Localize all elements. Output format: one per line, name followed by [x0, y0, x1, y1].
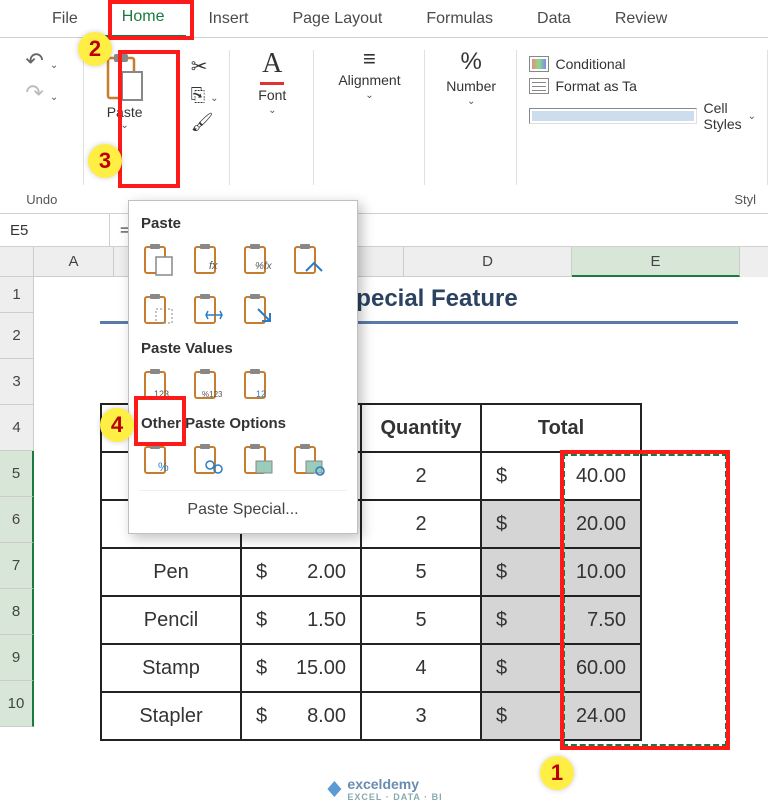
- clipboard-icon: [104, 52, 146, 104]
- tab-page-layout[interactable]: Page Layout: [270, 0, 404, 38]
- ribbon-group-clipboard: Paste ⌄ ✂ ⎘ ⌄ 🖌: [84, 38, 231, 213]
- row-header[interactable]: 8: [0, 589, 34, 635]
- paste-special-link[interactable]: Paste Special...: [139, 490, 347, 529]
- select-all-triangle[interactable]: [0, 247, 34, 277]
- ribbon-group-undo: ↶ ⌄ ↷ ⌄ Undo: [0, 38, 84, 213]
- row-header[interactable]: 1: [0, 277, 34, 313]
- table-row[interactable]: Stapler $8.00 3 $24.00: [101, 692, 641, 740]
- undo-icon[interactable]: ↶ ⌄: [25, 48, 58, 74]
- paste-transpose-icon[interactable]: [239, 290, 279, 330]
- col-header-e[interactable]: E: [572, 247, 740, 277]
- ribbon: ↶ ⌄ ↷ ⌄ Undo Paste ⌄ ✂ ⎘ ⌄ 🖌 A Font ⌄: [0, 38, 768, 213]
- tab-home[interactable]: Home: [100, 0, 187, 38]
- ribbon-tabs: File Home Insert Page Layout Formulas Da…: [0, 0, 768, 38]
- alignment-button[interactable]: ≡ Alignment ⌄: [338, 48, 400, 101]
- tab-insert[interactable]: Insert: [186, 0, 270, 38]
- callout-4: 4: [100, 408, 134, 442]
- col-header-d[interactable]: D: [404, 247, 572, 277]
- paste-values-section-label: Paste Values: [141, 340, 347, 357]
- worksheet-grid[interactable]: 1 2 3 4 5 6 7 8 9 10 e Special Feature e…: [0, 277, 768, 727]
- paste-link-icon[interactable]: [189, 440, 229, 480]
- paste-values-number-icon[interactable]: %123: [189, 365, 229, 405]
- th-total: Total: [481, 404, 641, 452]
- cell-styles-button[interactable]: Cell Styles ⌄: [529, 100, 756, 132]
- row-header[interactable]: 3: [0, 359, 34, 405]
- formula-bar-row: E5 =PRODUCT(C5:D5): [0, 213, 768, 247]
- ribbon-group-styles: Conditional Format as Ta Cell Styles ⌄ S…: [517, 38, 768, 213]
- paste-values-icon[interactable]: 123: [139, 365, 179, 405]
- table-row[interactable]: Pencil $1.50 5 $7.50: [101, 596, 641, 644]
- redo-icon[interactable]: ↷ ⌄: [25, 80, 58, 106]
- svg-text:fx: fx: [209, 260, 218, 272]
- row-header[interactable]: 10: [0, 681, 34, 727]
- paste-formulas-icon[interactable]: fx: [189, 240, 229, 280]
- svg-text:%: %: [158, 460, 169, 474]
- format-as-table-button[interactable]: Format as Ta: [529, 78, 756, 94]
- watermark-icon: [325, 780, 343, 798]
- row-header[interactable]: 9: [0, 635, 34, 681]
- tab-formulas[interactable]: Formulas: [404, 0, 515, 38]
- paste-column-widths-icon[interactable]: [189, 290, 229, 330]
- tab-data[interactable]: Data: [515, 0, 593, 38]
- group-label-styles: Styl: [734, 192, 756, 207]
- callout-2: 2: [78, 32, 112, 66]
- chevron-down-icon: ⌄: [120, 120, 128, 131]
- paste-values-source-icon[interactable]: 12: [239, 365, 279, 405]
- svg-text:%fx: %fx: [255, 261, 273, 272]
- watermark: exceldemy EXCEL · DATA · BI: [325, 776, 442, 802]
- format-painter-icon[interactable]: 🖌: [191, 112, 219, 133]
- row-header[interactable]: 7: [0, 543, 34, 589]
- paste-formatting-icon[interactable]: %: [139, 440, 179, 480]
- paste-picture-icon[interactable]: [239, 440, 279, 480]
- row-header[interactable]: 2: [0, 313, 34, 359]
- paste-other-section-label: Other Paste Options: [141, 415, 347, 432]
- paste-all-icon[interactable]: [139, 240, 179, 280]
- th-qty: Quantity: [361, 404, 481, 452]
- paste-keep-source-icon[interactable]: [289, 240, 329, 280]
- paste-no-borders-icon[interactable]: [139, 290, 179, 330]
- ribbon-group-alignment: ≡ Alignment ⌄: [314, 38, 425, 213]
- paste-dropdown-panel: Paste fx %fx Paste Values 123 %123 12 Ot…: [128, 200, 358, 534]
- row-header[interactable]: 6: [0, 497, 34, 543]
- conditional-formatting-button[interactable]: Conditional: [529, 56, 756, 72]
- table-row[interactable]: Stamp $15.00 4 $60.00: [101, 644, 641, 692]
- paste-section-label: Paste: [141, 215, 347, 232]
- cut-icon[interactable]: ✂: [191, 54, 219, 79]
- callout-1: 1: [540, 756, 574, 790]
- row-header[interactable]: 4: [0, 405, 34, 451]
- paste-linked-picture-icon[interactable]: [289, 440, 329, 480]
- copy-icon[interactable]: ⎘ ⌄: [191, 85, 219, 106]
- group-label-undo: Undo: [26, 192, 57, 207]
- svg-text:%123: %123: [202, 390, 223, 399]
- column-headers: A D E: [0, 247, 768, 277]
- callout-3: 3: [88, 144, 122, 178]
- svg-text:12: 12: [256, 389, 266, 399]
- col-header-a[interactable]: A: [34, 247, 114, 277]
- svg-text:123: 123: [154, 389, 169, 399]
- ribbon-group-font: A Font ⌄: [230, 38, 314, 213]
- table-row[interactable]: Pen $2.00 5 $10.00: [101, 548, 641, 596]
- ribbon-group-number: % Number ⌄: [425, 38, 518, 213]
- font-button[interactable]: A Font ⌄: [258, 48, 286, 116]
- tab-review[interactable]: Review: [593, 0, 689, 38]
- number-button[interactable]: % Number ⌄: [446, 48, 496, 107]
- name-box[interactable]: E5: [0, 214, 110, 246]
- paste-formulas-number-icon[interactable]: %fx: [239, 240, 279, 280]
- row-header[interactable]: 5: [0, 451, 34, 497]
